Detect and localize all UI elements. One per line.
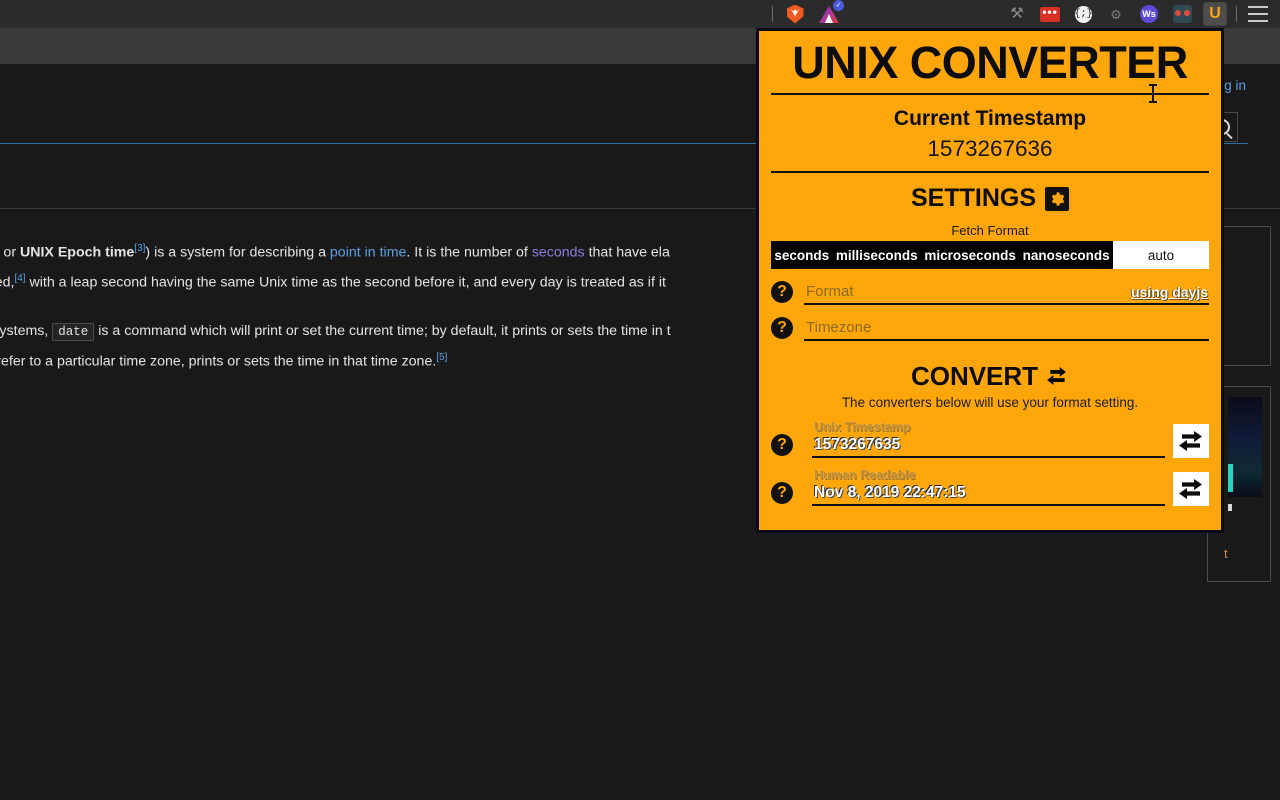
- timezone-help-icon[interactable]: ?: [771, 317, 793, 340]
- browser-toolbar: ✓ ⚒ ••• {;} ⚙ Ws U: [0, 0, 1280, 28]
- convert-heading-label: CONVERT: [910, 361, 1039, 392]
- toolbar-divider-right: [1236, 6, 1237, 22]
- gray-extension-icon[interactable]: ⚙: [1104, 2, 1128, 26]
- hamburger-menu-icon[interactable]: [1246, 2, 1270, 26]
- unix-converter-extension-icon[interactable]: U: [1203, 2, 1227, 26]
- fetch-format-option-milliseconds[interactable]: milliseconds: [832, 241, 921, 270]
- fetch-format-label: Fetch Format: [951, 223, 1029, 239]
- screen: Log in t e the Epoch,[2] or UNIX Epoch t…: [0, 0, 1280, 800]
- extension-badge: ✓: [833, 0, 844, 11]
- human-readable-input[interactable]: Human Readable Nov 8, 2019 22:47:15: [812, 468, 1165, 507]
- wiki-text: variable set to refer to a particular ti…: [0, 354, 437, 371]
- fetch-format-segmented-control: seconds milliseconds microseconds nanose…: [771, 241, 1210, 270]
- human-readable-label: Human Readable: [814, 468, 916, 483]
- format-input-placeholder: Format: [806, 283, 854, 301]
- unix-timestamp-row: ? Unix Timestamp 1573267635: [771, 410, 1209, 459]
- convert-heading: CONVERT: [759, 361, 1221, 392]
- wiki-text: with a leap second having the same Unix …: [25, 274, 666, 291]
- using-dayjs-link[interactable]: using dayjs: [1131, 284, 1208, 300]
- wikipedia-infobox-caption: t: [1224, 546, 1228, 561]
- wiki-text: onds are ignored,: [0, 274, 15, 291]
- wiki-link-seconds[interactable]: seconds: [532, 245, 585, 261]
- wiki-text: UNIX Epoch time: [19, 244, 135, 261]
- wikipedia-thumbnail-marker: [1228, 504, 1232, 511]
- format-input[interactable]: Format using dayjs: [804, 279, 1209, 306]
- fetch-format-option-microseconds[interactable]: microseconds: [921, 241, 1020, 270]
- fetch-format-option-seconds[interactable]: seconds: [771, 241, 833, 270]
- browser-toolbar-left-group: ✓: [764, 0, 851, 28]
- wrench-extension-icon[interactable]: ⚒: [1005, 2, 1029, 26]
- human-readable-row: ? Human Readable Nov 8, 2019 22:47:15: [771, 458, 1209, 507]
- format-help-icon[interactable]: ?: [771, 281, 793, 304]
- settings-heading-label: SETTINGS: [910, 184, 1036, 213]
- page-title: UNIX CONVERTER: [792, 37, 1188, 88]
- wiki-inline-code: date: [52, 323, 95, 342]
- wiki-reference[interactable]: [4]: [14, 273, 25, 284]
- human-readable-help-icon[interactable]: ?: [771, 482, 793, 505]
- wikipedia-thumbnail-accent: [1228, 464, 1233, 492]
- unix-timestamp-label: Unix Timestamp: [814, 420, 911, 435]
- red-dots-extension-icon[interactable]: •••: [1038, 2, 1062, 26]
- wiki-text: . It is the number of: [406, 244, 532, 261]
- current-timestamp-section: Current Timestamp 1573267636: [759, 95, 1221, 172]
- wiki-reference[interactable]: [3]: [134, 243, 145, 254]
- ws-extension-icon[interactable]: Ws: [1137, 2, 1161, 26]
- timezone-field-row: ? Timezone: [771, 305, 1209, 342]
- current-timestamp-value: 1573267636: [927, 135, 1053, 161]
- fetch-format-option-auto[interactable]: auto: [1113, 241, 1210, 270]
- fetch-format-option-nanoseconds[interactable]: nanoseconds: [1019, 241, 1114, 270]
- brackets-extension-icon[interactable]: {;}: [1071, 2, 1095, 26]
- browser-toolbar-right-group: ⚒ ••• {;} ⚙ Ws U: [1005, 0, 1280, 28]
- unix-timestamp-input[interactable]: Unix Timestamp 1573267635: [812, 420, 1165, 459]
- triangle-extension-icon[interactable]: ✓: [817, 0, 844, 26]
- wiki-text: operating systems,: [0, 323, 49, 340]
- glasses-extension-icon[interactable]: [1170, 2, 1194, 26]
- wikipedia-infobox-thumbnail: [1228, 397, 1262, 497]
- timezone-input-placeholder: Timezone: [806, 319, 872, 337]
- text-cursor: [1149, 84, 1157, 103]
- unix-timestamp-help-icon[interactable]: ?: [771, 434, 793, 457]
- wiki-text: that have ela: [584, 244, 670, 261]
- convert-subtitle: The converters below will use your forma…: [841, 395, 1139, 411]
- unix-timestamp-value: 1573267635: [814, 436, 901, 454]
- wiki-reference[interactable]: [5]: [436, 352, 447, 363]
- human-readable-convert-button[interactable]: [1173, 472, 1209, 507]
- wiki-text: ) is a system for describing a: [145, 244, 330, 261]
- toolbar-divider: [772, 6, 773, 22]
- unix-converter-popup: UNIX CONVERTER Current Timestamp 1573267…: [756, 28, 1224, 533]
- unix-timestamp-convert-button[interactable]: [1173, 424, 1209, 459]
- wiki-text: is a command which will print or set the…: [94, 323, 671, 340]
- human-readable-value: Nov 8, 2019 22:47:15: [814, 484, 966, 502]
- wiki-text: or: [0, 244, 20, 261]
- settings-heading: SETTINGS: [759, 173, 1221, 213]
- timezone-input[interactable]: Timezone: [804, 315, 1209, 342]
- format-field-row: ? Format using dayjs: [771, 269, 1209, 306]
- swap-arrows-icon: [1045, 361, 1069, 392]
- current-timestamp-label: Current Timestamp: [893, 106, 1087, 130]
- gear-icon[interactable]: [1045, 186, 1069, 211]
- brave-lion-icon[interactable]: [783, 2, 807, 26]
- wiki-link-point-in-time[interactable]: point in time: [330, 245, 407, 261]
